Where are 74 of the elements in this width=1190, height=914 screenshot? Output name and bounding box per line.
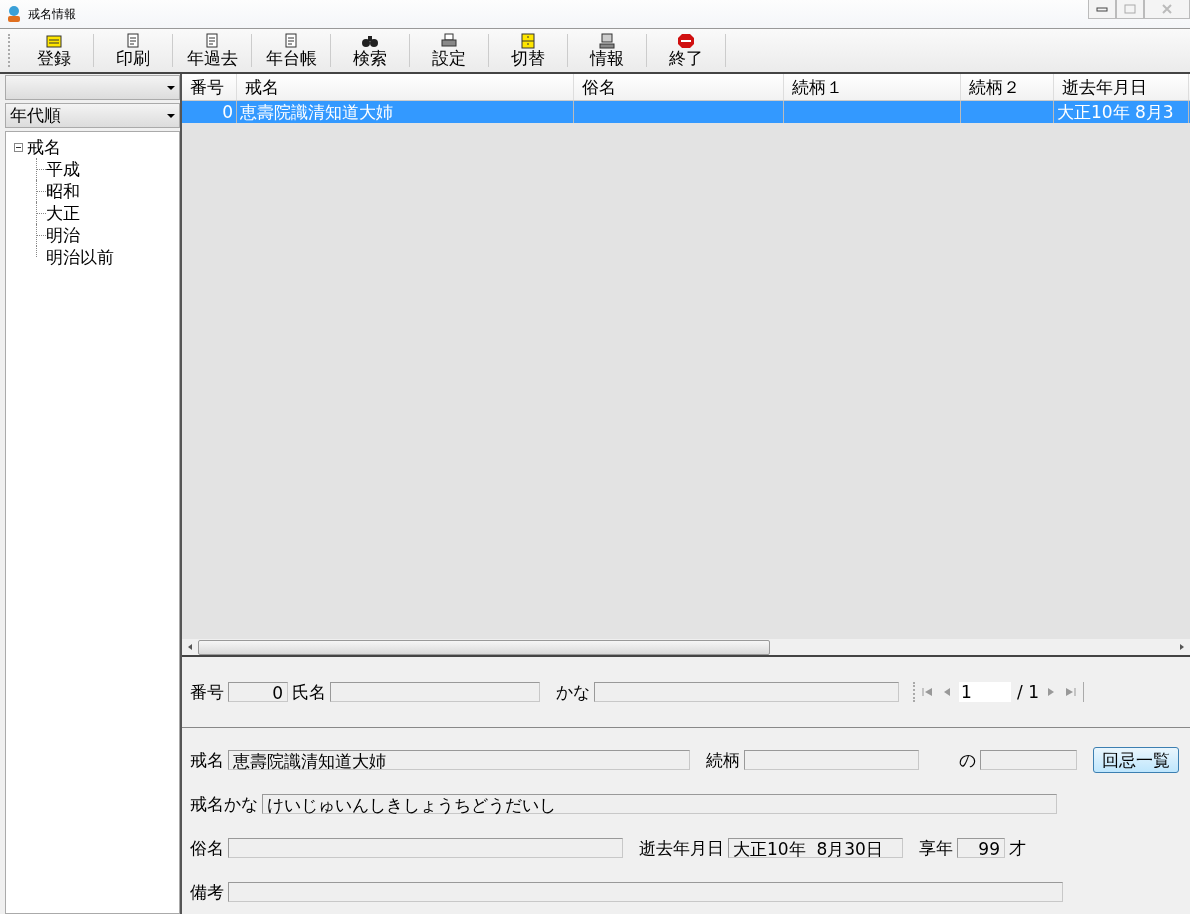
column-header[interactable]: 戒名 <box>237 74 574 100</box>
field-label: かな <box>556 680 590 704</box>
column-header[interactable]: 続柄２ <box>961 74 1054 100</box>
minimize-button[interactable] <box>1088 0 1116 19</box>
toolbar-button[interactable]: 年過去 <box>173 34 252 67</box>
toolbar-button[interactable]: 設定 <box>410 34 489 67</box>
toolbar-button[interactable]: 年台帳 <box>252 34 331 67</box>
folder-icon <box>45 33 63 49</box>
relation-field[interactable] <box>980 750 1077 770</box>
scroll-right-icon[interactable] <box>1178 643 1186 651</box>
minimize-icon <box>1096 6 1108 12</box>
field-label: 続柄 <box>706 748 740 772</box>
column-header[interactable]: 逝去年月日 <box>1054 74 1189 100</box>
notes-field[interactable] <box>228 882 1063 902</box>
memorial-list-button[interactable]: 回忌一覧 <box>1093 747 1179 773</box>
relation-field[interactable] <box>744 750 919 770</box>
maximize-icon <box>1124 4 1136 14</box>
document-icon <box>203 33 221 49</box>
column-header[interactable]: 続柄１ <box>784 74 961 100</box>
document-icon <box>124 33 142 49</box>
tree-item[interactable]: 昭和 <box>46 180 80 202</box>
close-button[interactable] <box>1144 0 1190 19</box>
sort-dropdown[interactable]: 年代順 <box>5 103 180 128</box>
field-label: 才 <box>1009 836 1026 860</box>
toolbar-button[interactable]: 登録 <box>15 34 94 67</box>
field-label: 享年 <box>919 836 953 860</box>
tree-item[interactable]: 大正 <box>46 202 80 224</box>
field-label: 逝去年月日 <box>639 836 724 860</box>
binoculars-icon <box>361 33 379 49</box>
death-date-field[interactable]: 大正10年 8月30日 <box>728 838 903 858</box>
window-title: 戒名情報 <box>28 5 76 23</box>
tree-item[interactable]: 明治以前 <box>46 246 114 268</box>
table-cell: 恵壽院識清知道大姉 <box>237 101 574 123</box>
toolbar-button[interactable]: 終了 <box>647 34 726 67</box>
filter-dropdown[interactable] <box>5 75 180 100</box>
printer-icon <box>440 33 458 49</box>
number-field[interactable]: 0 <box>228 682 288 702</box>
app-icon <box>6 5 22 23</box>
kaimyo-field[interactable]: 恵壽院識清知道大姉 <box>228 750 690 770</box>
kana-field[interactable] <box>594 682 899 702</box>
tree-item[interactable]: 明治 <box>46 224 80 246</box>
cabinet-icon <box>519 33 537 49</box>
field-label: 俗名 <box>190 836 224 860</box>
first-record-icon[interactable] <box>921 686 935 698</box>
field-label: の <box>959 748 976 772</box>
field-label: 備考 <box>190 880 224 904</box>
table-cell: 0 <box>182 101 237 123</box>
column-header[interactable]: 番号 <box>182 74 237 100</box>
age-field[interactable]: 99 <box>957 838 1005 858</box>
toolbar-button[interactable]: 検索 <box>331 34 410 67</box>
tree-item[interactable]: 平成 <box>46 158 80 180</box>
stop-icon <box>677 33 695 49</box>
field-label: 氏名 <box>292 680 326 704</box>
field-label: 戒名 <box>190 748 224 772</box>
field-label: 番号 <box>190 680 224 704</box>
maximize-button[interactable] <box>1116 0 1144 19</box>
scroll-left-icon[interactable] <box>186 643 194 651</box>
toolbar-button[interactable]: 印刷 <box>94 34 173 67</box>
toolbar-button[interactable]: 情報 <box>568 34 647 67</box>
name-field[interactable] <box>330 682 540 702</box>
computer-icon <box>598 33 616 49</box>
kaimyo-kana-field[interactable]: けいじゅいんしきしょうちどうだいし <box>262 794 1057 814</box>
record-number-field[interactable]: 1 <box>959 682 1011 702</box>
document-icon <box>282 33 300 49</box>
record-total: / 1 <box>1017 682 1039 702</box>
toolbar-button[interactable]: 切替 <box>489 34 568 67</box>
close-icon <box>1161 4 1173 14</box>
horizontal-scrollbar[interactable] <box>182 639 1190 655</box>
secular-name-field[interactable] <box>228 838 623 858</box>
table-cell: 大正10年 8月3 <box>1054 101 1189 123</box>
collapse-icon[interactable] <box>14 142 23 152</box>
tree-item[interactable]: 戒名 <box>27 136 61 158</box>
field-label: 戒名かな <box>190 792 258 816</box>
column-header[interactable]: 俗名 <box>574 74 784 100</box>
